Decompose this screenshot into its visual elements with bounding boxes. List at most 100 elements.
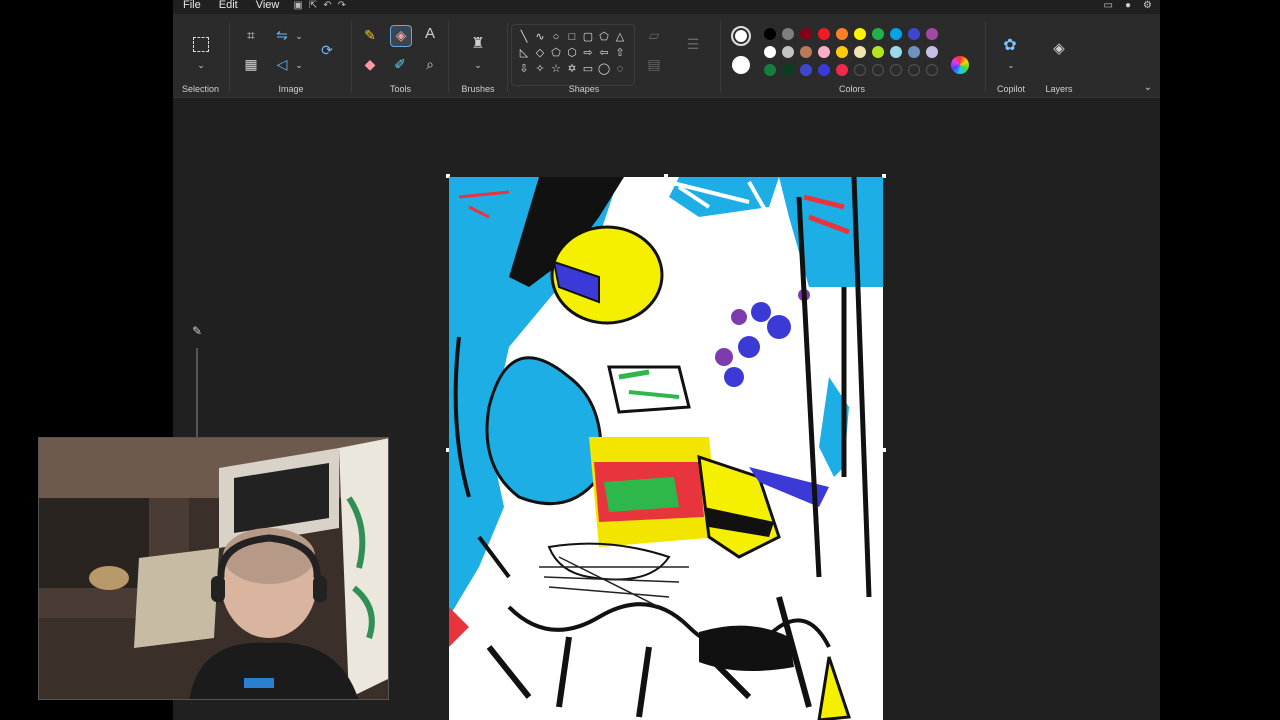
color-swatch[interactable] xyxy=(926,46,938,58)
color-swatch[interactable] xyxy=(818,46,830,58)
color-swatch[interactable] xyxy=(800,28,812,40)
color-swatch[interactable] xyxy=(782,28,794,40)
edit-colors-icon[interactable] xyxy=(951,56,969,74)
webcam-feed xyxy=(39,438,388,699)
color-swatch[interactable] xyxy=(854,64,866,76)
redo-icon[interactable]: ↷ xyxy=(338,0,346,11)
selection-group: ⌄ Selection xyxy=(173,14,228,98)
settings-icon[interactable]: ⚙ xyxy=(1143,0,1152,11)
color-swatch[interactable] xyxy=(926,64,938,76)
text-icon[interactable]: A xyxy=(422,26,438,43)
primary-color-swatch[interactable] xyxy=(731,26,751,46)
color-swatch[interactable] xyxy=(836,28,848,40)
four-point-star-shape-icon[interactable]: ✧ xyxy=(532,61,548,77)
color-swatch[interactable] xyxy=(872,28,884,40)
selection-rect-icon[interactable] xyxy=(193,37,209,52)
six-point-star-shape-icon[interactable]: ✡ xyxy=(564,61,580,77)
color-swatch[interactable] xyxy=(764,28,776,40)
curve-shape-icon[interactable]: ∿ xyxy=(532,29,548,45)
rounded-rectangle-shape-icon[interactable]: ▢ xyxy=(580,29,596,45)
color-swatch[interactable] xyxy=(890,64,902,76)
zoom-slider[interactable]: ✎ xyxy=(187,322,207,448)
secondary-color-swatch[interactable] xyxy=(732,56,750,74)
account-icon[interactable]: ● xyxy=(1125,0,1131,11)
color-swatch[interactable] xyxy=(872,46,884,58)
color-swatch[interactable] xyxy=(854,46,866,58)
chevron-down-icon[interactable]: ⌄ xyxy=(1140,81,1156,97)
right-triangle-shape-icon[interactable]: ◺ xyxy=(516,45,532,61)
five-point-star-shape-icon[interactable]: ☆ xyxy=(548,61,564,77)
color-swatch[interactable] xyxy=(818,64,830,76)
color-swatch[interactable] xyxy=(872,64,884,76)
menu-file[interactable]: File xyxy=(183,0,201,11)
shapes-gallery[interactable]: ╲ ∿ ○ □ ▢ ⬠ △ ◺ ◇ ⬠ ⬡ ⇨ ⇦ ⇧ ⇩ ✧ ☆ ✡ ▭ ◯ … xyxy=(511,24,635,86)
image-creator-icon[interactable]: ▦ xyxy=(243,57,259,73)
magnifier-icon[interactable]: ⌕ xyxy=(422,57,438,73)
pencil-icon[interactable]: ✎ xyxy=(362,28,378,44)
shapes-label: Shapes xyxy=(568,84,600,94)
right-arrow-shape-icon[interactable]: ⇨ xyxy=(580,45,596,61)
oval-callout-shape-icon[interactable]: ◯ xyxy=(596,61,612,77)
drawing-canvas[interactable] xyxy=(449,177,883,720)
copilot-group: ✿ ⌄ Copilot xyxy=(987,14,1035,98)
up-arrow-shape-icon[interactable]: ⇧ xyxy=(612,45,628,61)
chevron-down-icon[interactable]: ⌄ xyxy=(1003,59,1019,75)
rotate-icon[interactable]: ⟳ xyxy=(319,43,335,59)
rectangle-shape-icon[interactable]: □ xyxy=(564,29,580,45)
copilot-icon[interactable]: ✿ xyxy=(1002,38,1018,55)
chevron-down-icon[interactable]: ⌄ xyxy=(470,58,486,74)
pentagon-shape-icon[interactable]: ⬠ xyxy=(548,45,564,61)
layers-group: ◈ Layers xyxy=(1035,14,1083,98)
triangle-shape-icon[interactable]: △ xyxy=(612,29,628,45)
shape-outline-icon[interactable]: ▱ xyxy=(646,28,662,44)
line-width-icon[interactable]: ☰ xyxy=(685,37,701,53)
color-swatch[interactable] xyxy=(908,28,920,40)
color-swatch[interactable] xyxy=(908,64,920,76)
color-swatch[interactable] xyxy=(764,64,776,76)
color-swatch[interactable] xyxy=(908,46,920,58)
color-swatch[interactable] xyxy=(800,64,812,76)
color-picker-icon[interactable]: ✐ xyxy=(392,57,408,73)
menu-view[interactable]: View xyxy=(256,0,280,11)
color-swatch[interactable] xyxy=(818,28,830,40)
diamond-shape-icon[interactable]: ◇ xyxy=(532,45,548,61)
color-swatch[interactable] xyxy=(926,28,938,40)
fill-bucket-glyph: ◈ xyxy=(395,27,407,43)
color-swatch[interactable] xyxy=(836,64,848,76)
color-swatch[interactable] xyxy=(890,46,902,58)
crop-icon[interactable]: ⌗ xyxy=(243,28,259,44)
layers-label: Layers xyxy=(1045,84,1073,94)
chevron-down-icon[interactable]: ⌄ xyxy=(291,58,307,74)
rounded-callout-shape-icon[interactable]: ▭ xyxy=(580,61,596,77)
eraser-icon[interactable]: ◆ xyxy=(362,57,378,73)
shape-fill-icon[interactable]: ▤ xyxy=(646,57,662,73)
polygon-shape-icon[interactable]: ⬠ xyxy=(596,29,612,45)
share-icon[interactable]: ⇱ xyxy=(309,0,317,11)
save-icon[interactable]: ▣ xyxy=(293,0,302,11)
resize-icon[interactable]: ⇋ xyxy=(274,28,290,44)
comments-icon[interactable]: ▭ xyxy=(1104,0,1113,11)
hexagon-shape-icon[interactable]: ⬡ xyxy=(564,45,580,61)
color-swatch[interactable] xyxy=(890,28,902,40)
flip-icon[interactable]: ◁ xyxy=(274,57,290,73)
divider xyxy=(507,22,508,92)
color-swatch[interactable] xyxy=(836,46,848,58)
menu-edit[interactable]: Edit xyxy=(219,0,238,11)
chevron-down-icon[interactable]: ⌄ xyxy=(291,29,307,45)
color-swatch[interactable] xyxy=(782,64,794,76)
down-arrow-shape-icon[interactable]: ⇩ xyxy=(516,61,532,77)
line-shape-icon[interactable]: ╲ xyxy=(516,29,532,45)
undo-icon[interactable]: ↶ xyxy=(323,0,331,11)
shapes-group: ╲ ∿ ○ □ ▢ ⬠ △ ◺ ◇ ⬠ ⬡ ⇨ ⇦ ⇧ ⇩ ✧ ☆ ✡ ▭ ◯ … xyxy=(509,14,719,98)
chevron-down-icon[interactable]: ⌄ xyxy=(193,58,209,74)
zoom-track[interactable] xyxy=(196,348,198,448)
brush-icon[interactable]: ♜ xyxy=(470,36,486,53)
cloud-callout-shape-icon[interactable]: ◌ xyxy=(612,61,628,77)
left-arrow-shape-icon[interactable]: ⇦ xyxy=(596,45,612,61)
color-swatch[interactable] xyxy=(764,46,776,58)
layers-icon[interactable]: ◈ xyxy=(1051,41,1067,58)
color-swatch[interactable] xyxy=(782,46,794,58)
color-swatch[interactable] xyxy=(800,46,812,58)
oval-shape-icon[interactable]: ○ xyxy=(548,29,564,45)
color-swatch[interactable] xyxy=(854,28,866,40)
